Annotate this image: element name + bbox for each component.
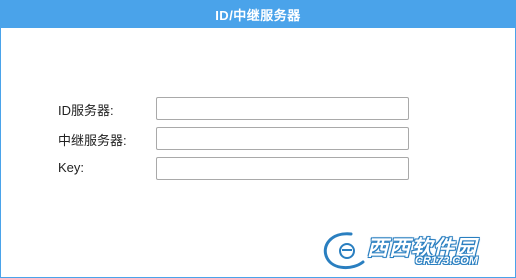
key-row: Key:	[1, 157, 515, 181]
relay-server-row: 中继服务器:	[1, 127, 515, 151]
relay-server-input[interactable]	[156, 127, 409, 150]
dialog-title: ID/中继服务器	[1, 0, 515, 28]
id-server-row: ID服务器:	[1, 97, 515, 121]
relay-server-label: 中继服务器:	[58, 133, 127, 148]
id-server-input[interactable]	[156, 97, 409, 120]
key-label: Key:	[58, 160, 85, 175]
key-input[interactable]	[156, 157, 409, 180]
watermark-site: CR173.COM	[415, 255, 478, 267]
id-server-label: ID服务器:	[58, 103, 114, 118]
watermark-logo: 西西软件园 CR173.COM	[317, 228, 499, 272]
server-settings-dialog: ID/中继服务器 ID服务器: 中继服务器: Key: 西西软件园 CR173.…	[0, 0, 516, 278]
